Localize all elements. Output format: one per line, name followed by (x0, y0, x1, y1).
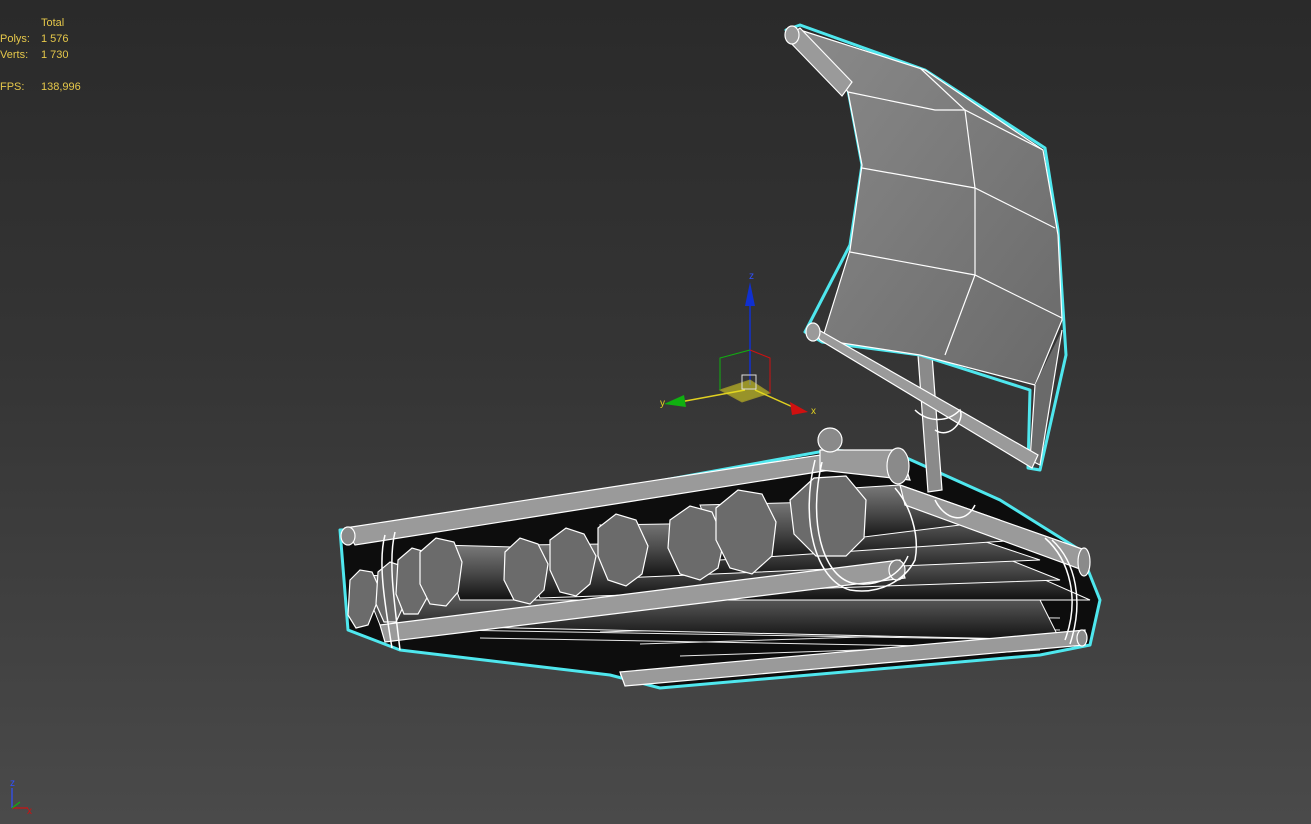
gizmo-y-label: y (660, 398, 665, 409)
tripod-x-label: x (27, 806, 32, 817)
gizmo-z-label: z (749, 271, 754, 282)
transform-gizmo[interactable]: z y x (660, 271, 816, 417)
raft-model[interactable] (338, 23, 1102, 690)
viewport-scene[interactable]: z y x z x (0, 0, 1311, 824)
gizmo-z-arrow[interactable] (745, 282, 755, 306)
gizmo-xy-plane[interactable] (718, 379, 772, 403)
gizmo-x-arrow[interactable] (790, 402, 808, 415)
gizmo-y-arrow[interactable] (664, 395, 686, 407)
tripod-y-axis (11, 801, 21, 809)
gizmo-x-label: x (811, 406, 816, 417)
view-axis-tripod: z x (10, 778, 32, 817)
tripod-z-label: z (10, 778, 15, 789)
